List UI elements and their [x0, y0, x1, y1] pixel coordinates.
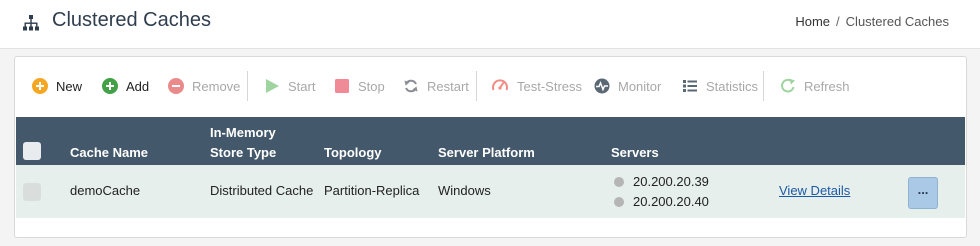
server-status-dot: [614, 197, 624, 207]
col-topology[interactable]: Topology: [324, 144, 382, 161]
refresh-label: Refresh: [804, 78, 850, 94]
add-label: Add: [126, 78, 150, 94]
page-header: Clustered Caches Home / Clustered Caches: [0, 0, 980, 49]
plus-circle-icon: [32, 78, 48, 94]
caches-panel: New Add Remove Start Stop Restart Test-S…: [14, 56, 967, 238]
test-stress-button[interactable]: Test-Stress: [491, 77, 582, 95]
stop-button[interactable]: Stop: [334, 77, 385, 95]
statistics-button[interactable]: Statistics: [682, 77, 758, 95]
monitor-label: Monitor: [618, 78, 662, 94]
table-row[interactable]: demoCache Distributed Cache Partition-Re…: [16, 165, 965, 218]
toolbar-divider: [476, 71, 477, 101]
start-button[interactable]: Start: [264, 77, 315, 95]
stop-icon: [335, 79, 349, 93]
toolbar-divider: [247, 71, 248, 101]
restart-button[interactable]: Restart: [403, 77, 469, 95]
table-header: Cache Name In-Memory Store Type Topology…: [16, 117, 965, 165]
topology-cell: Partition-Replica: [324, 183, 420, 198]
sitemap-icon: [23, 15, 39, 31]
select-all-checkbox[interactable]: [23, 142, 41, 160]
breadcrumb-current: Clustered Caches: [845, 14, 949, 29]
breadcrumb-home[interactable]: Home: [795, 14, 830, 29]
breadcrumb-separator: /: [836, 14, 840, 29]
gauge-icon: [492, 79, 508, 91]
cache-name-cell: demoCache: [70, 183, 141, 198]
server-ip: 20.200.20.40: [633, 194, 709, 209]
col-store-type[interactable]: Store Type: [210, 144, 276, 161]
refresh-icon: [781, 78, 795, 93]
plus-circle-icon: [102, 78, 118, 94]
new-button[interactable]: New: [32, 77, 82, 95]
play-icon: [266, 79, 279, 93]
remove-label: Remove: [192, 78, 241, 94]
new-label: New: [56, 78, 83, 94]
refresh-button[interactable]: Refresh: [780, 77, 850, 95]
server-item: 20.200.20.40: [614, 194, 709, 209]
page-title: Clustered Caches: [52, 9, 211, 31]
col-cache-name[interactable]: Cache Name: [70, 144, 148, 161]
remove-button[interactable]: Remove: [168, 77, 240, 95]
stop-label: Stop: [358, 78, 385, 94]
view-details-link[interactable]: View Details: [779, 183, 850, 198]
server-item: 20.200.20.39: [614, 174, 709, 189]
col-store-type-line1: In-Memory: [210, 125, 276, 140]
col-server-platform[interactable]: Server Platform: [438, 144, 535, 161]
monitor-button[interactable]: Monitor: [594, 77, 661, 95]
minus-circle-icon: [168, 78, 184, 94]
add-button[interactable]: Add: [102, 77, 149, 95]
test-stress-label: Test-Stress: [517, 78, 583, 94]
list-icon: [683, 80, 697, 92]
row-actions-button[interactable]: ...: [908, 177, 938, 209]
server-status-dot: [614, 177, 624, 187]
server-ip: 20.200.20.39: [633, 174, 709, 189]
row-checkbox[interactable]: [23, 183, 41, 201]
sync-icon: [404, 79, 418, 93]
toolbar-divider: [763, 71, 764, 101]
restart-label: Restart: [427, 78, 469, 94]
pulse-icon: [594, 78, 610, 94]
platform-cell: Windows: [438, 183, 491, 198]
store-type-cell: Distributed Cache: [210, 183, 314, 198]
start-label: Start: [288, 78, 316, 94]
breadcrumb: Home / Clustered Caches: [795, 14, 949, 29]
statistics-label: Statistics: [706, 78, 759, 94]
toolbar: New Add Remove Start Stop Restart Test-S…: [15, 57, 966, 115]
col-servers[interactable]: Servers: [611, 144, 659, 161]
